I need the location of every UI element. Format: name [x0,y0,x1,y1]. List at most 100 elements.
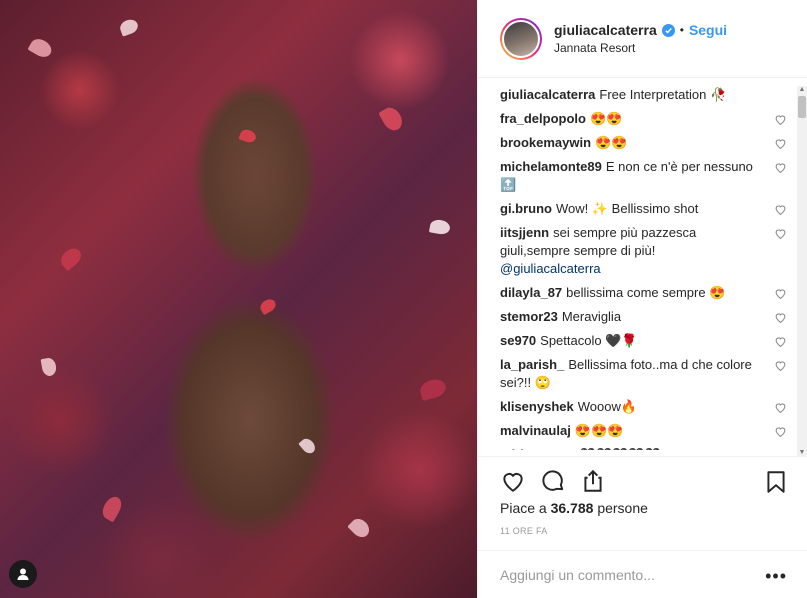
comment-row: michelamonte89 E non ce n'è per nessuno 🔝 [500,158,787,194]
comment-username[interactable]: giuliacalcaterra [500,87,595,102]
comment-body: Spettacolo 🖤🌹 [540,333,638,348]
follow-button[interactable]: Segui [689,22,727,38]
comment-like-heart-icon[interactable] [774,287,787,300]
comment-mention-link[interactable]: @giuliacalcaterra [500,261,601,276]
comment-row: la_parish_ Bellissima foto..ma d che colo… [500,356,787,392]
comment-username[interactable]: brookemaywin [500,135,591,150]
scroll-thumb[interactable] [798,96,806,118]
comment-text-block: brookemaywin 😍😍 [500,134,774,152]
comment-row: dilayla_87 bellissima come sempre 😍 [500,284,787,302]
comment-row: se970 Spettacolo 🖤🌹 [500,332,787,350]
comment-like-heart-icon[interactable] [774,449,787,450]
verified-badge-icon [661,23,675,37]
comment-text-block: gi.bruno Wow! ✨ Bellissimo shot [500,200,774,218]
petal [40,356,58,378]
comment-username[interactable]: se970 [500,333,536,348]
comment-text-block: dilayla_87 bellissima come sempre 😍 [500,284,774,302]
comment-body: Wow! ✨ Bellissimo shot [556,201,699,216]
scroll-up-arrow-icon[interactable]: ▲ [797,86,807,93]
comment-like-heart-icon[interactable] [774,161,787,174]
comment-row: brookemaywin 😍😍 [500,134,787,152]
comment-text-block: klisenyshek Wooow🔥 [500,398,774,416]
petal [428,218,452,236]
likes-count[interactable]: Piace a 36.788 persone [500,500,648,516]
comment-username[interactable]: gi.bruno [500,201,552,216]
comment-like-heart-icon[interactable] [774,335,787,348]
header-username[interactable]: giuliacalcaterra [554,22,657,38]
share-icon[interactable] [580,468,606,494]
comment-username[interactable]: iitsjjenn [500,225,549,240]
comment-like-heart-icon[interactable] [774,137,787,150]
petal [99,493,125,523]
avatar[interactable] [500,17,542,60]
petal [347,515,373,541]
comment-like-heart-icon[interactable] [774,401,787,414]
comments-scrollbar[interactable]: ▲ ▼ [797,86,807,456]
comment-row: stemor23 Meraviglia [500,308,787,326]
comment-body: Free Interpretation 🥀 [599,87,727,102]
petal [258,296,278,316]
instagram-post: giuliacalcaterra • Segui Jannata Resort … [0,0,807,598]
separator: • [679,23,684,37]
comment-like-heart-icon[interactable] [774,227,787,240]
comment-text-block: la_parish_ Bellissima foto..ma d che colo… [500,356,774,392]
petal [238,127,258,145]
comment-row: gi.bruno Wow! ✨ Bellissimo shot [500,200,787,218]
comment-text-block: michelamonte89 E non ce n'è per nessuno 🔝 [500,158,774,194]
comment-like-heart-icon[interactable] [774,425,787,438]
comment-username[interactable]: dilayla_87 [500,285,562,300]
comment-text-block: adrianaanaa 🖤🖤🖤🖤🖤 [500,446,774,450]
comments-list: giuliacalcaterra Free Interpretation 🥀 fra… [500,86,787,450]
petal [27,35,55,61]
comment-username[interactable]: klisenyshek [500,399,574,414]
petal [418,376,448,402]
comment-text-block: malvinaulaj 😍😍😍 [500,422,774,440]
petal [118,17,140,37]
comment-username[interactable]: michelamonte89 [500,159,602,174]
comment-text-block: fra_delpopolo 😍😍 [500,110,774,128]
petal [378,104,406,134]
bookmark-icon[interactable] [763,469,789,495]
comment-username[interactable]: adrianaanaa [500,447,576,450]
likes-number: 36.788 [550,500,594,516]
comment-body: 🖤🖤🖤🖤🖤 [580,447,661,450]
comment-like-heart-icon[interactable] [774,311,787,324]
comment-body: bellissima come sempre 😍 [566,285,726,300]
comment-row: malvinaulaj 😍😍😍 [500,422,787,440]
comment-body: Wooow🔥 [577,399,638,414]
comment-username[interactable]: stemor23 [500,309,558,324]
likes-prefix: Piace a [500,500,547,516]
comment-body: 😍😍😍 [574,423,624,438]
user-tag-icon[interactable] [9,560,37,588]
action-bar [478,456,807,504]
post-timestamp[interactable]: 11 ORE FA [500,526,548,536]
add-comment-input[interactable]: Aggiungi un commento... ••• [478,550,807,598]
more-options-button[interactable]: ••• [765,566,787,587]
comment-text-block: iitsjjenn sei sempre più pazzesca giuli,s… [500,224,774,278]
comment-row: iitsjjenn sei sempre più pazzesca giuli,s… [500,224,787,278]
comment-text-block: stemor23 Meraviglia [500,308,774,326]
heart-icon[interactable] [500,468,526,494]
petal [298,436,318,456]
comment-username[interactable]: malvinaulaj [500,423,571,438]
comment-like-heart-icon[interactable] [774,113,787,126]
post-sidebar: giuliacalcaterra • Segui Jannata Resort … [477,0,807,598]
comment-username[interactable]: fra_delpopolo [500,111,586,126]
comment-username[interactable]: la_parish_ [500,357,564,372]
comment-like-heart-icon[interactable] [774,359,787,372]
location-link[interactable]: Jannata Resort [554,41,727,55]
comment-row: fra_delpopolo 😍😍 [500,110,787,128]
comment-like-heart-icon[interactable] [774,203,787,216]
add-comment-placeholder: Aggiungi un commento... [500,566,655,583]
scroll-down-arrow-icon[interactable]: ▼ [797,449,807,456]
comment-text-block: se970 Spettacolo 🖤🌹 [500,332,774,350]
post-photo[interactable] [0,0,477,598]
comment-row: giuliacalcaterra Free Interpretation 🥀 [500,86,787,104]
comment-icon[interactable] [540,468,566,494]
comment-row: klisenyshek Wooow🔥 [500,398,787,416]
comment-body: 😍😍 [589,111,623,126]
likes-suffix: persone [597,500,648,516]
comment-body: Meraviglia [561,309,622,324]
petal [57,244,85,272]
post-header: giuliacalcaterra • Segui Jannata Resort [478,0,807,78]
